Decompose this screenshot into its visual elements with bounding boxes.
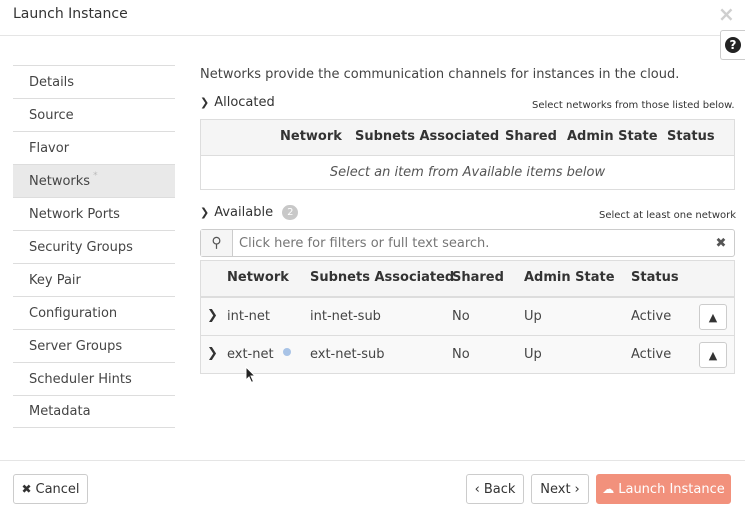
row-admin-state: Up: [524, 309, 542, 324]
available-title: Available: [214, 205, 274, 220]
allocated-hint: Select networks from those listed below.: [532, 100, 735, 111]
row-shared: No: [452, 347, 470, 362]
column-admin-state: Admin State: [524, 270, 615, 285]
column-network: Network: [280, 129, 342, 144]
search-bar: ⚲ ✖: [200, 229, 735, 257]
available-count-badge: 2: [282, 205, 299, 220]
available-hint: Select at least one network: [599, 210, 737, 221]
chevron-down-icon: ❯: [200, 206, 210, 219]
question-icon: ?: [725, 37, 741, 53]
sidebar-item-label: Details: [29, 74, 75, 90]
row-network-name: ext-net: [227, 347, 274, 362]
row-subnets: ext-net-sub: [310, 347, 385, 362]
sidebar-item-metadata[interactable]: Metadata: [13, 395, 175, 428]
allocated-table: Network Subnets Associated Shared Admin …: [200, 119, 735, 190]
row-status: Active: [631, 309, 672, 324]
sidebar-item-source[interactable]: Source: [13, 98, 175, 131]
row-subnets: int-net-sub: [310, 309, 381, 324]
column-status: Status: [631, 270, 679, 285]
row-admin-state: Up: [524, 347, 542, 362]
arrow-up-icon: ▲: [708, 310, 718, 324]
column-shared: Shared: [452, 270, 504, 285]
column-network: Network: [227, 270, 289, 285]
row-network: int-net: [227, 309, 270, 324]
cloud-upload-icon: ☁: [602, 482, 615, 496]
chevron-down-icon: ❯: [200, 96, 210, 109]
sidebar-item-label: Source: [29, 107, 74, 123]
next-button[interactable]: Next ›: [531, 474, 589, 504]
sidebar-item-key-pair[interactable]: Key Pair: [13, 263, 175, 296]
modal-title: Launch Instance: [13, 6, 128, 22]
allocate-button[interactable]: ▲: [699, 304, 727, 330]
available-toggle[interactable]: ❯ Available 2: [200, 205, 299, 220]
column-admin-state: Admin State: [567, 129, 658, 144]
next-label: Next: [540, 481, 571, 497]
networks-intro-text: Networks provide the communication chann…: [200, 67, 680, 82]
sidebar-item-label: Configuration: [29, 305, 118, 321]
sidebar-item-details[interactable]: Details: [13, 65, 175, 98]
column-subnets: Subnets Associated: [355, 129, 500, 144]
required-mark: *: [93, 171, 98, 181]
sidebar-item-security-groups[interactable]: Security Groups: [13, 230, 175, 263]
available-table-header: Network Subnets Associated Shared Admin …: [201, 261, 734, 297]
sidebar-item-server-groups[interactable]: Server Groups: [13, 329, 175, 362]
sidebar-item-label: Metadata: [29, 404, 91, 419]
allocate-button[interactable]: ▲: [699, 342, 727, 368]
allocated-table-header: Network Subnets Associated Shared Admin …: [201, 120, 734, 156]
sidebar-item-label: Security Groups: [29, 239, 133, 255]
sidebar-item-configuration[interactable]: Configuration: [13, 296, 175, 329]
sidebar-item-label: Server Groups: [29, 338, 123, 354]
sidebar-item-label: Networks: [29, 173, 91, 189]
sidebar-item-label: Key Pair: [29, 272, 81, 288]
info-dot-icon: [282, 348, 291, 356]
search-input[interactable]: [233, 235, 708, 251]
search-icon: ⚲: [201, 230, 233, 256]
allocated-empty-message: Select an item from Available items belo…: [329, 165, 606, 180]
sidebar-item-flavor[interactable]: Flavor: [13, 131, 175, 164]
sidebar-item-scheduler-hints[interactable]: Scheduler Hints: [13, 362, 175, 395]
clear-search-icon[interactable]: ✖: [708, 236, 734, 251]
help-button[interactable]: ?: [720, 30, 745, 60]
row-shared: No: [452, 309, 470, 324]
close-icon[interactable]: ×: [718, 2, 735, 26]
modal-header: Launch Instance ×: [0, 0, 745, 36]
column-subnets: Subnets Associated: [310, 270, 455, 285]
chevron-right-icon[interactable]: ❯: [207, 346, 218, 361]
sidebar-item-network-ports[interactable]: Network Ports: [13, 197, 175, 230]
sidebar-item-label: Network Ports: [29, 206, 120, 222]
back-label: Back: [483, 481, 516, 497]
chevron-left-icon: ‹: [474, 481, 480, 497]
available-table: Network Subnets Associated Shared Admin …: [200, 260, 735, 374]
allocated-title: Allocated: [214, 95, 275, 110]
sidebar-item-label: Scheduler Hints: [29, 371, 132, 387]
cancel-label: Cancel: [35, 481, 80, 497]
mouse-cursor-icon: [245, 366, 257, 384]
close-icon: ✖: [21, 482, 32, 496]
column-shared: Shared: [505, 129, 557, 144]
allocated-toggle[interactable]: ❯ Allocated: [200, 95, 275, 110]
chevron-right-icon: ›: [574, 481, 580, 497]
launch-label: Launch Instance: [618, 481, 725, 497]
arrow-up-icon: ▲: [708, 348, 718, 362]
sidebar-item-label: Flavor: [29, 140, 70, 156]
wizard-sidebar: Details Source Flavor Networks * Network …: [13, 65, 175, 428]
column-status: Status: [667, 129, 715, 144]
cancel-button[interactable]: ✖ Cancel: [13, 474, 88, 504]
row-status: Active: [631, 347, 672, 362]
chevron-right-icon[interactable]: ❯: [207, 308, 218, 323]
back-button[interactable]: ‹ Back: [466, 474, 524, 504]
table-row[interactable]: ❯ ext-net ext-net-sub No Up Active ▲: [201, 335, 734, 373]
table-row[interactable]: ❯ int-net int-net-sub No Up Active ▲: [201, 297, 734, 335]
launch-instance-button[interactable]: ☁ Launch Instance: [596, 474, 731, 504]
sidebar-item-networks[interactable]: Networks *: [13, 164, 175, 197]
row-network: ext-net: [227, 347, 291, 362]
